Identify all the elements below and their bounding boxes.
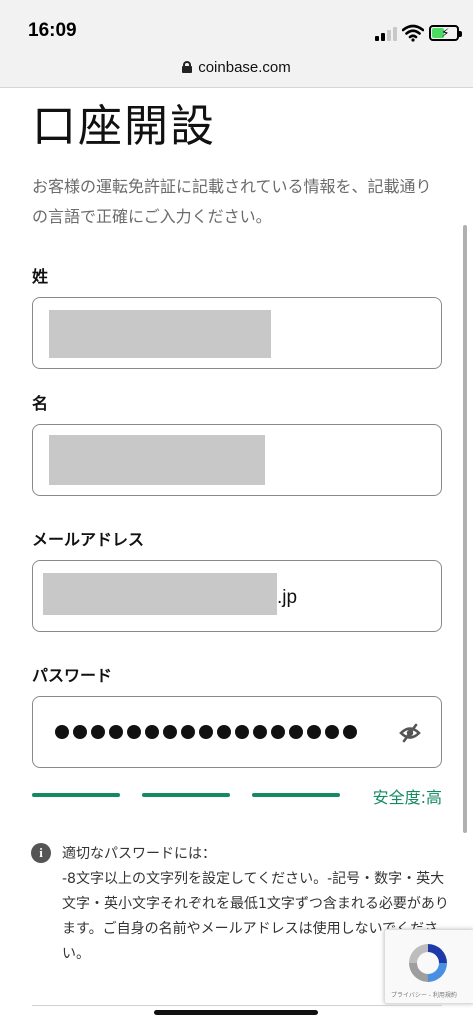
last-name-label: 姓 xyxy=(32,267,49,286)
page-description: お客様の運転免許証に記載されている情報を、記載通りの言語で正確にご入力ください。 xyxy=(32,177,432,226)
strength-segment xyxy=(252,793,340,797)
password-dot xyxy=(307,725,321,739)
info-icon: i xyxy=(31,843,51,863)
status-bar: 16:09 ⚡ xyxy=(0,0,473,56)
password-dot xyxy=(289,725,303,739)
scrollbar[interactable] xyxy=(463,225,467,833)
password-label: パスワード xyxy=(32,666,113,685)
recaptcha-links[interactable]: プライバシー - 利用規約 xyxy=(391,990,457,999)
password-strength-label: 安全度:高 xyxy=(372,788,442,807)
home-indicator xyxy=(154,1010,318,1015)
divider xyxy=(32,1005,442,1006)
battery-icon: ⚡ xyxy=(429,25,462,41)
password-dot xyxy=(181,725,195,739)
email-label: メールアドレス xyxy=(32,530,145,549)
strength-segment xyxy=(142,793,230,797)
password-dot xyxy=(217,725,231,739)
password-dot xyxy=(199,725,213,739)
last-name-input[interactable] xyxy=(32,297,442,369)
first-name-input[interactable] xyxy=(32,424,442,496)
redacted-value xyxy=(43,573,277,615)
password-dot xyxy=(235,725,249,739)
redacted-value xyxy=(49,435,265,485)
password-dot xyxy=(55,725,69,739)
address-bar[interactable]: coinbase.com xyxy=(0,56,473,88)
password-dot xyxy=(91,725,105,739)
first-name-label: 名 xyxy=(32,394,49,413)
signal-icon xyxy=(375,27,397,41)
password-dot xyxy=(109,725,123,739)
password-dot xyxy=(343,725,357,739)
status-time: 16:09 xyxy=(28,20,77,41)
url-text: coinbase.com xyxy=(198,59,291,76)
wifi-icon xyxy=(402,24,424,42)
page-title: 口座開設 xyxy=(32,101,216,152)
password-dot xyxy=(73,725,87,739)
password-strength-meter xyxy=(32,793,340,797)
password-hint-title: 適切なパスワードには： xyxy=(62,846,216,862)
eye-off-icon[interactable] xyxy=(399,723,421,743)
recaptcha-icon xyxy=(409,944,447,982)
email-domain-suffix: .jp xyxy=(277,587,298,608)
masked-password xyxy=(55,719,357,745)
strength-segment xyxy=(32,793,120,797)
password-dot xyxy=(253,725,267,739)
password-dot xyxy=(325,725,339,739)
password-dot xyxy=(271,725,285,739)
recaptcha-badge[interactable]: プライバシー - 利用規約 xyxy=(384,929,473,1004)
password-dot xyxy=(127,725,141,739)
lock-icon xyxy=(182,61,193,73)
password-dot xyxy=(145,725,159,739)
password-input[interactable] xyxy=(32,696,442,768)
password-dot xyxy=(163,725,177,739)
email-input[interactable]: .jp xyxy=(32,560,442,632)
redacted-value xyxy=(49,310,271,358)
